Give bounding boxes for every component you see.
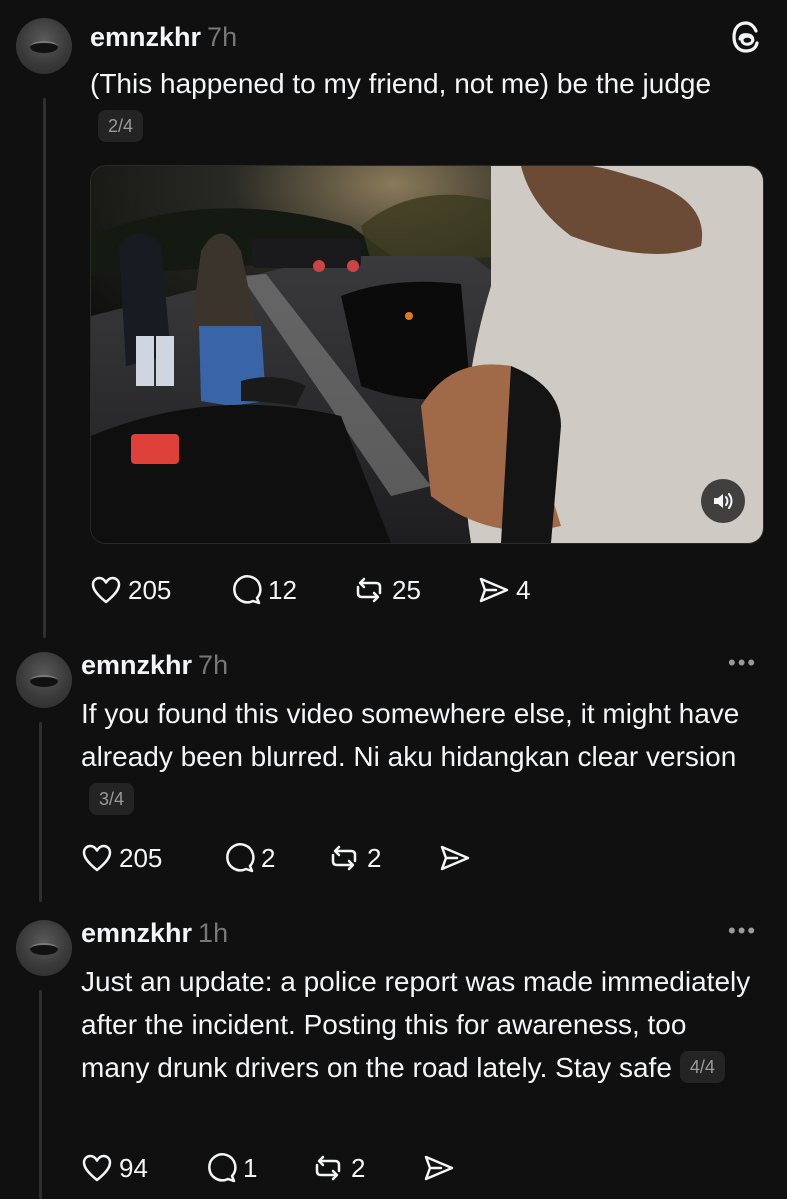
thread-line — [39, 990, 42, 1199]
post-time: 7h — [198, 650, 229, 680]
like-button[interactable]: 205 — [81, 838, 162, 878]
avatar-eye — [30, 943, 58, 955]
repost-button[interactable]: 25 — [352, 570, 421, 610]
heart-icon — [91, 576, 121, 604]
comment-icon — [233, 575, 262, 605]
post-text-content: (This happened to my friend, not me) be … — [90, 68, 712, 99]
reply-count: 12 — [268, 574, 297, 605]
post-text: (This happened to my friend, not me) be … — [90, 62, 720, 148]
send-icon — [424, 1155, 454, 1181]
more-options-button[interactable]: ••• — [728, 650, 757, 676]
repost-icon — [356, 577, 382, 603]
repost-count: 2 — [351, 1152, 366, 1183]
like-button[interactable]: 205 — [90, 570, 171, 610]
thread-counter-badge: 2/4 — [98, 110, 144, 142]
post-1: emnzkhr 7h (This happened to my friend, n… — [0, 0, 787, 640]
video-frame — [91, 166, 763, 543]
post-actions: 94 1 2 — [81, 1148, 481, 1188]
thread-counter-badge: 4/4 — [679, 1051, 725, 1083]
repost-button[interactable]: 2 — [327, 838, 381, 878]
comment-icon — [226, 843, 255, 873]
video-player[interactable] — [90, 165, 764, 544]
reply-button[interactable]: 2 — [223, 838, 275, 878]
post-text-content: If you found this video somewhere else, … — [81, 698, 740, 772]
reply-count: 2 — [261, 842, 276, 873]
reply-count: 1 — [243, 1152, 258, 1183]
volume-button[interactable] — [701, 479, 745, 523]
post-actions: 205 2 2 — [81, 838, 501, 878]
share-button[interactable] — [423, 1148, 455, 1188]
avatar[interactable] — [16, 920, 72, 976]
post-text-content: Just an update: a police report was made… — [81, 966, 751, 1083]
post-actions: 205 12 25 4 — [90, 570, 590, 610]
like-count: 94 — [119, 1152, 148, 1183]
post-text: If you found this video somewhere else, … — [81, 692, 761, 821]
repost-count: 2 — [367, 842, 382, 873]
reply-button[interactable]: 1 — [205, 1148, 257, 1188]
reply-button[interactable]: 12 — [230, 570, 297, 610]
thread-line — [43, 98, 46, 638]
send-icon — [479, 577, 509, 603]
share-button[interactable] — [439, 838, 471, 878]
comment-icon — [208, 1153, 237, 1183]
thread-counter-badge: 3/4 — [89, 783, 135, 815]
send-icon — [440, 845, 470, 871]
avatar-eye — [30, 675, 58, 687]
post-2: emnzkhr 7h ••• If you found this video so… — [0, 640, 787, 910]
repost-icon — [331, 845, 357, 871]
avatar[interactable] — [16, 652, 72, 708]
repost-icon — [315, 1155, 341, 1181]
more-options-button[interactable]: ••• — [728, 918, 757, 944]
volume-icon — [714, 493, 733, 509]
more-options-icon: ••• — [728, 918, 758, 943]
share-count: 4 — [516, 574, 531, 605]
repost-button[interactable]: 2 — [311, 1148, 365, 1188]
avatar-eye — [30, 41, 58, 53]
more-options-icon: ••• — [728, 650, 758, 675]
like-count: 205 — [119, 842, 163, 873]
repost-count: 25 — [392, 574, 421, 605]
heart-icon — [82, 1154, 112, 1182]
username-text[interactable]: emnzkhr — [81, 918, 192, 948]
avatar[interactable] — [16, 18, 72, 74]
post-time: 7h — [207, 22, 238, 52]
share-button[interactable]: 4 — [478, 570, 530, 610]
post-3: emnzkhr 1h ••• Just an update: a police r… — [0, 910, 787, 1199]
thread-line — [39, 722, 42, 902]
like-button[interactable]: 94 — [81, 1148, 148, 1188]
username-text[interactable]: emnzkhr — [90, 22, 201, 52]
heart-icon — [82, 844, 112, 872]
post-username[interactable]: emnzkhr 1h — [81, 918, 228, 949]
post-username[interactable]: emnzkhr 7h — [90, 22, 237, 53]
post-time: 1h — [198, 918, 229, 948]
username-text[interactable]: emnzkhr — [81, 650, 192, 680]
like-count: 205 — [128, 574, 172, 605]
post-text: Just an update: a police report was made… — [81, 960, 761, 1089]
post-username[interactable]: emnzkhr 7h — [81, 650, 228, 681]
